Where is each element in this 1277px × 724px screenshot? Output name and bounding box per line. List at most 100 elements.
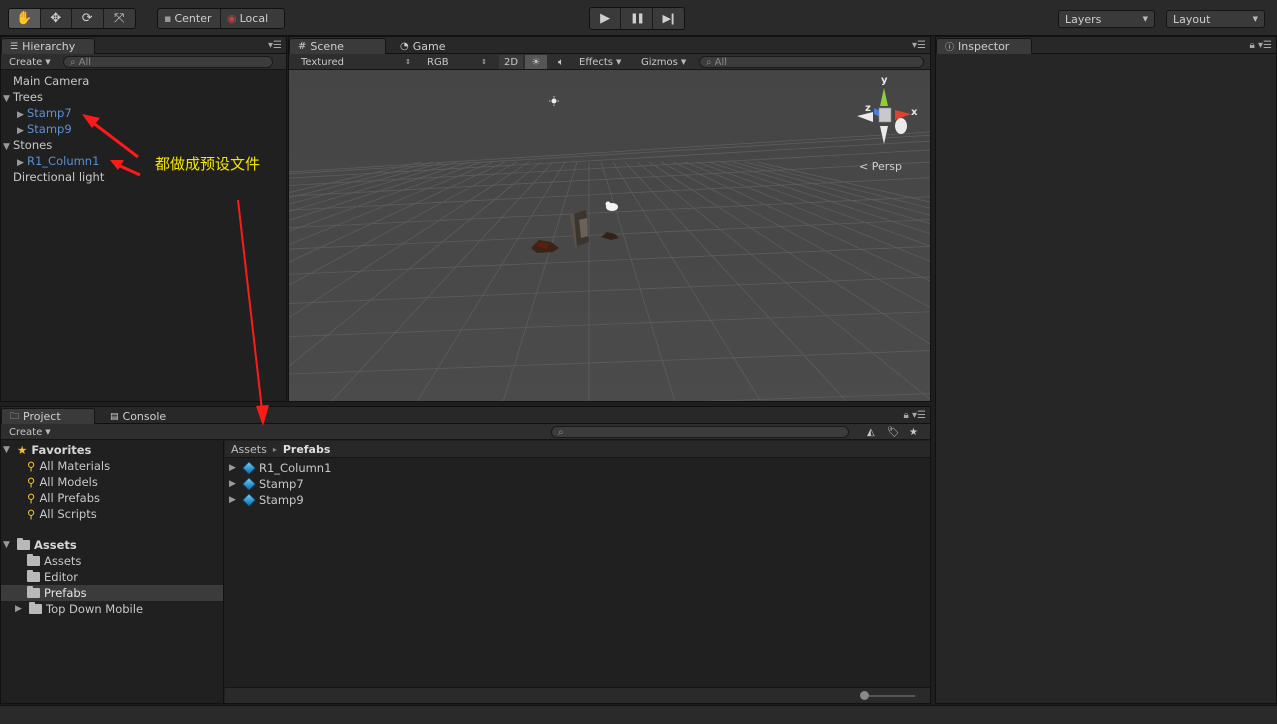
local-icon: ◉ [227, 12, 237, 25]
move-tool-icon[interactable]: ✥ [41, 9, 72, 28]
prefab-r1-column1[interactable]: ▶ R1_Column1 [229, 460, 331, 476]
tab-inspector[interactable]: ⓘ Inspector [936, 38, 1032, 54]
expanded-arrow-icon[interactable]: ▼ [3, 139, 13, 155]
list-icon: ☰ [10, 41, 19, 52]
folder-icon [27, 554, 40, 566]
rotate-tool-icon[interactable]: ⟳ [72, 9, 104, 28]
hierarchy-item-label: Directional light [13, 170, 105, 184]
layout-dropdown[interactable]: Layout ▼ [1166, 10, 1265, 28]
hand-tool-icon[interactable]: ✋ [9, 9, 41, 28]
play-button[interactable]: ▶ [590, 8, 622, 29]
sun-icon: ☀ [531, 56, 541, 68]
expanded-arrow-icon[interactable]: ▼ [3, 537, 13, 553]
audio-toggle[interactable]: 🔈︎ [551, 55, 571, 69]
breadcrumb-prefabs[interactable]: Prefabs [283, 443, 331, 456]
folder-assets[interactable]: Assets [27, 553, 81, 569]
info-icon: ⓘ [945, 43, 955, 53]
slider-thumb[interactable] [860, 691, 869, 700]
project-search-input[interactable]: ⌕ [551, 426, 849, 438]
expanded-arrow-icon[interactable]: ▼ [3, 442, 13, 458]
favorites-header[interactable]: ▼ ★ Favorites [3, 442, 91, 458]
folder-editor[interactable]: Editor [27, 569, 78, 585]
tab-game[interactable]: ◔ Game [391, 38, 471, 54]
breadcrumb-assets[interactable]: Assets [231, 443, 267, 456]
effects-dropdown[interactable]: Effects ▼ [575, 55, 629, 69]
favorite-all-materials[interactable]: ⚲ All Materials [27, 458, 110, 474]
status-bar [0, 705, 1277, 724]
tab-project[interactable]: 🗀︎ Project [1, 408, 95, 424]
folder-top-down-mobile[interactable]: ▶ Top Down Mobile [15, 601, 143, 617]
project-create-dropdown[interactable]: Create ▼ [5, 425, 55, 439]
prefab-label: R1_Column1 [259, 461, 332, 475]
shading-label: Textured [301, 56, 344, 68]
panel-menu-icon[interactable]: ▾☰ [268, 40, 282, 51]
folder-label: Assets [44, 554, 82, 568]
hierarchy-item-r1-column1[interactable]: ▶ R1_Column1 [17, 153, 99, 169]
pause-button[interactable]: ❚❚ [621, 8, 653, 29]
filter-by-label-button[interactable]: 🏷︎ [883, 425, 904, 439]
search-icon: ⚲ [27, 459, 36, 473]
create-label: Create [9, 426, 43, 438]
toggle-2d-button[interactable]: 2D [499, 55, 523, 69]
lock-icon[interactable]: 🔒︎ ▾☰ [904, 410, 926, 421]
folder-label: Prefabs [44, 586, 87, 600]
hierarchy-create-dropdown[interactable]: Create ▼ [5, 55, 55, 69]
layers-dropdown[interactable]: Layers ▼ [1058, 10, 1155, 28]
orientation-gizmo[interactable]: y x z < Persp [849, 75, 919, 173]
hierarchy-item-label: Trees [13, 90, 43, 104]
collapsed-arrow-icon[interactable]: ▶ [229, 492, 239, 508]
tab-hierarchy[interactable]: ☰ Hierarchy [1, 38, 95, 54]
step-button[interactable]: ▶❙ [653, 8, 684, 29]
icon-size-slider[interactable] [865, 695, 915, 697]
lighting-toggle[interactable]: ☀ [525, 55, 547, 69]
prefab-stamp9[interactable]: ▶ Stamp9 [229, 492, 304, 508]
tab-scene[interactable]: # Scene [289, 38, 386, 54]
hierarchy-item-directional-light[interactable]: Directional light [13, 169, 104, 185]
folder-icon [27, 570, 40, 582]
hierarchy-item-label: R1_Column1 [27, 154, 100, 168]
shading-mode-dropdown[interactable]: Textured ⇕ [297, 55, 415, 69]
folder-prefabs[interactable]: Prefabs [27, 585, 87, 601]
layers-label: Layers [1065, 12, 1102, 26]
pivot-toggles: ▪ Center ◉ Local [157, 8, 285, 29]
hierarchy-item-trees[interactable]: ▼ Trees [3, 89, 43, 105]
scene-viewport[interactable]: y x z < Persp [289, 70, 930, 401]
scale-tool-icon[interactable]: ⤧ [104, 9, 135, 28]
lock-icon[interactable]: 🔒︎ ▾☰ [1250, 40, 1272, 51]
caret-down-icon: ▼ [616, 58, 622, 66]
shapes-icon: ◭ [867, 426, 875, 438]
favorite-all-prefabs[interactable]: ⚲ All Prefabs [27, 490, 100, 506]
tab-console[interactable]: ▤ Console [101, 408, 181, 424]
expanded-arrow-icon[interactable]: ▼ [3, 91, 13, 107]
projection-toggle[interactable]: < Persp [859, 160, 902, 173]
hierarchy-item-stones[interactable]: ▼ Stones [3, 137, 52, 153]
folder-icon: 🗀︎ [10, 411, 20, 422]
caret-down-icon: ▼ [1252, 15, 1258, 23]
folder-label: Editor [44, 570, 79, 584]
favorite-button[interactable]: ★ [905, 425, 922, 439]
assets-header[interactable]: ▼ Assets [3, 537, 77, 553]
scene-search-input[interactable]: ⌕ All [699, 56, 924, 68]
console-icon: ▤ [110, 411, 119, 422]
filter-by-type-button[interactable]: ◭ [863, 425, 879, 439]
search-icon: ⌕ [558, 426, 564, 438]
prefab-stamp7[interactable]: ▶ Stamp7 [229, 476, 304, 492]
panel-menu-icon[interactable]: ▾☰ [912, 40, 926, 51]
hierarchy-search-input[interactable]: ⌕ All [63, 56, 273, 68]
hierarchy-item-stamp9[interactable]: ▶ Stamp9 [17, 121, 72, 137]
favorite-all-models[interactable]: ⚲ All Models [27, 474, 98, 490]
pivot-local-button[interactable]: ◉ Local [221, 9, 284, 28]
pivot-center-button[interactable]: ▪ Center [158, 9, 222, 28]
collapsed-arrow-icon[interactable]: ▶ [15, 601, 25, 617]
layout-label: Layout [1173, 12, 1211, 26]
collapsed-arrow-icon[interactable]: ▶ [229, 460, 239, 476]
hierarchy-item-main-camera[interactable]: Main Camera [13, 73, 89, 89]
annotation-text: 都做成预设文件 [155, 155, 261, 173]
favorites-label: Favorites [31, 443, 92, 457]
hierarchy-item-stamp7[interactable]: ▶ Stamp7 [17, 105, 72, 121]
prefab-cube-icon [242, 493, 256, 507]
favorite-all-scripts[interactable]: ⚲ All Scripts [27, 506, 97, 522]
collapsed-arrow-icon[interactable]: ▶ [229, 476, 239, 492]
render-mode-dropdown[interactable]: RGB ⇕ [423, 55, 491, 69]
gizmos-dropdown[interactable]: Gizmos ▼ [637, 55, 689, 69]
